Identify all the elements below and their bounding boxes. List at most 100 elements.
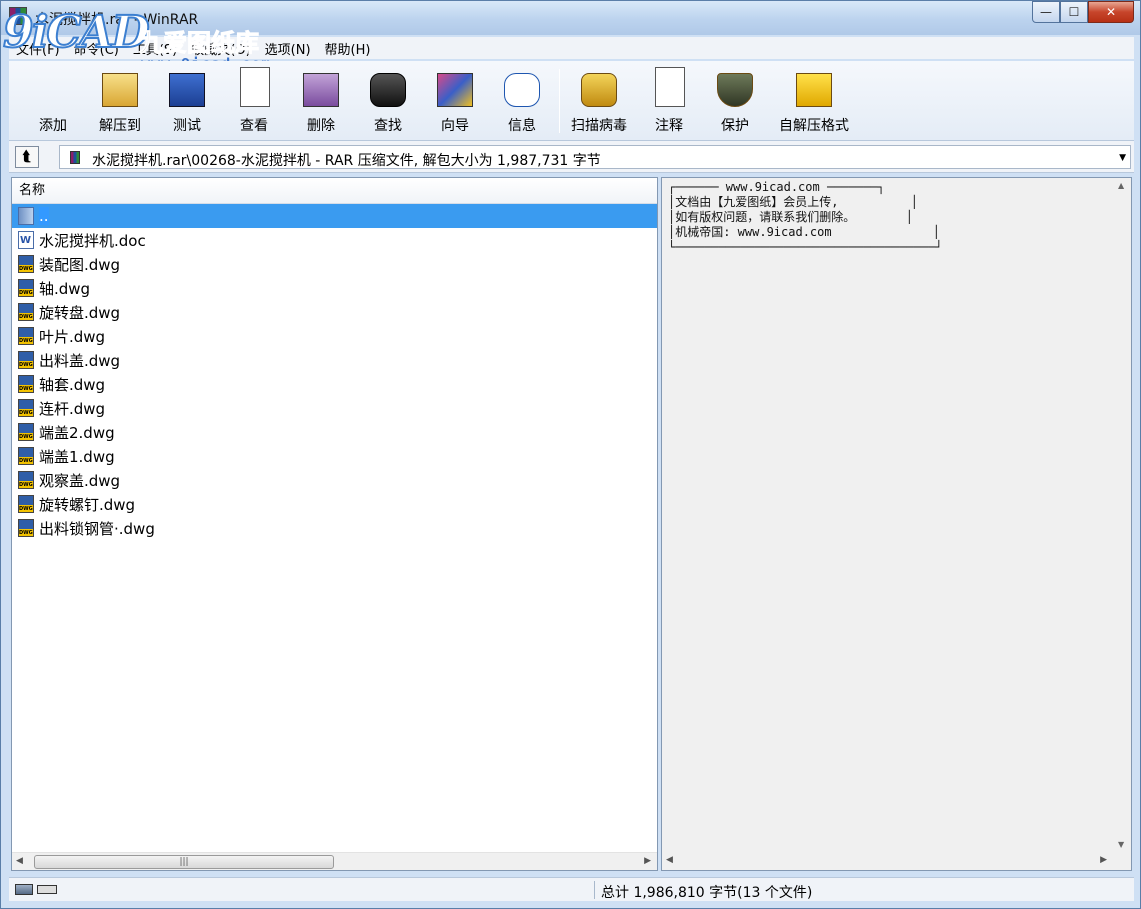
status-bar: 总计 1,986,810 字节(13 个文件) xyxy=(9,877,1134,901)
add-button[interactable]: 添加 xyxy=(19,65,87,137)
dwg-file-icon xyxy=(18,423,34,441)
test-check-icon xyxy=(165,65,209,109)
find-label: 查找 xyxy=(374,118,402,134)
file-row[interactable]: 出料锁钢管·.dwg xyxy=(12,516,657,540)
file-row[interactable]: 叶片.dwg xyxy=(12,324,657,348)
file-row[interactable]: 端盖1.dwg xyxy=(12,444,657,468)
file-row[interactable]: 旋转盘.dwg xyxy=(12,300,657,324)
virus-scan-button[interactable]: 扫描病毒 xyxy=(565,65,633,137)
delete-button[interactable]: 删除 xyxy=(287,65,355,137)
file-list-hscrollbar[interactable]: ◀ ||| ▶ xyxy=(12,852,657,870)
address-field[interactable]: 水泥搅拌机.rar\00268-水泥搅拌机 - RAR 压缩文件, 解包大小为 … xyxy=(59,145,1131,169)
scroll-left-icon[interactable]: ◀ xyxy=(16,856,23,866)
file-row[interactable]: 装配图.dwg xyxy=(12,252,657,276)
menu-tools[interactable]: 工具(S) xyxy=(126,39,184,58)
close-button[interactable]: ✕ xyxy=(1088,1,1134,23)
file-row[interactable]: 水泥搅拌机.doc xyxy=(12,228,657,252)
sfx-button[interactable]: 自解压格式 xyxy=(769,65,859,137)
sfx-icon xyxy=(792,65,836,109)
file-row[interactable]: 观察盖.dwg xyxy=(12,468,657,492)
file-list: .. 水泥搅拌机.doc 装配图.dwg 轴.dwg 旋转盘.dwg 叶片.dwg 出料盖.… xyxy=(12,204,657,540)
sfx-label: 自解压格式 xyxy=(779,118,849,134)
window-controls: — ☐ ✕ xyxy=(1032,1,1134,23)
key-icon[interactable] xyxy=(37,885,57,894)
scroll-thumb[interactable]: ||| xyxy=(34,855,334,869)
add-label: 添加 xyxy=(39,118,67,134)
menu-help[interactable]: 帮助(H) xyxy=(318,39,378,58)
maximize-button[interactable]: ☐ xyxy=(1060,1,1088,23)
dwg-file-icon xyxy=(18,471,34,489)
winrar-app-icon[interactable] xyxy=(9,7,27,25)
find-button[interactable]: 查找 xyxy=(354,65,422,137)
file-name: 旋转盘.dwg xyxy=(39,303,121,322)
file-row[interactable]: 旋转螺钉.dwg xyxy=(12,492,657,516)
minimize-button[interactable]: — xyxy=(1032,1,1060,23)
info-label: 信息 xyxy=(508,118,536,134)
wizard-label: 向导 xyxy=(441,118,469,134)
file-name: 叶片.dwg xyxy=(39,327,106,346)
menu-bar: 文件(F) 命令(C) 工具(S) 收藏夹(O) 选项(N) 帮助(H) xyxy=(9,37,1134,59)
file-name: 观察盖.dwg xyxy=(39,471,121,490)
menu-file[interactable]: 文件(F) xyxy=(9,39,67,58)
comment-vscrollbar[interactable]: ▲ ▼ xyxy=(1113,178,1131,852)
protect-button[interactable]: 保护 xyxy=(701,65,769,137)
column-header-name[interactable]: 名称 xyxy=(12,178,657,204)
info-button[interactable]: 信息 xyxy=(488,65,556,137)
scroll-up-icon[interactable]: ▲ xyxy=(1118,181,1124,190)
view-button[interactable]: 查看 xyxy=(220,65,288,137)
file-name: 旋转螺钉.dwg xyxy=(39,495,136,514)
title-bar[interactable]: 水泥搅拌机.rar - WinRAR — ☐ ✕ xyxy=(1,1,1140,35)
scroll-down-icon[interactable]: ▼ xyxy=(1118,840,1124,849)
file-list-pane: 名称 .. 水泥搅拌机.doc 装配图.dwg 轴.dwg 旋转盘.dwg 叶片.dwg 出… xyxy=(11,177,658,871)
protect-label: 保护 xyxy=(721,118,749,134)
archive-path: 水泥搅拌机.rar\00268-水泥搅拌机 - RAR 压缩文件, 解包大小为 … xyxy=(92,153,601,169)
dwg-file-icon xyxy=(18,303,34,321)
dwg-file-icon xyxy=(18,447,34,465)
file-name: 端盖2.dwg xyxy=(39,423,115,442)
up-folder-button[interactable]: ⮬ xyxy=(15,146,39,168)
file-row[interactable]: 出料盖.dwg xyxy=(12,348,657,372)
file-name: 轴.dwg xyxy=(39,279,91,298)
parent-folder-icon xyxy=(18,207,34,225)
test-label: 测试 xyxy=(173,118,201,134)
dwg-file-icon xyxy=(18,327,34,345)
file-name: 端盖1.dwg xyxy=(39,447,115,466)
test-button[interactable]: 测试 xyxy=(153,65,221,137)
scroll-left-icon[interactable]: ◀ xyxy=(666,855,673,865)
scroll-right-icon[interactable]: ▶ xyxy=(1100,855,1107,865)
archive-comment: ┌────── www.9icad.com ───────┐ │文档由【九爱图纸… xyxy=(668,180,943,254)
chevron-down-icon[interactable]: ▼ xyxy=(1119,153,1126,163)
dwg-file-icon xyxy=(18,279,34,297)
delete-recycle-icon xyxy=(299,65,343,109)
wizard-icon xyxy=(433,65,477,109)
file-name: .. xyxy=(39,207,49,225)
menu-options[interactable]: 选项(N) xyxy=(258,39,318,58)
extract-to-button[interactable]: 解压到 xyxy=(86,65,154,137)
comment-hscrollbar[interactable]: ◀ ▶ xyxy=(662,852,1113,870)
file-name: 出料锁钢管·.dwg xyxy=(39,519,155,538)
comment-button[interactable]: 注释 xyxy=(635,65,703,137)
archive-icon xyxy=(70,151,80,164)
menu-commands[interactable]: 命令(C) xyxy=(67,39,126,58)
file-row[interactable]: .. xyxy=(12,204,657,228)
status-summary: 总计 1,986,810 字节(13 个文件) xyxy=(601,885,813,901)
dwg-file-icon xyxy=(18,375,34,393)
delete-label: 删除 xyxy=(307,118,335,134)
wizard-button[interactable]: 向导 xyxy=(421,65,489,137)
dwg-file-icon xyxy=(18,519,34,537)
window-title: 水泥搅拌机.rar - WinRAR xyxy=(35,12,199,28)
file-row[interactable]: 连杆.dwg xyxy=(12,396,657,420)
find-binoculars-icon xyxy=(366,65,410,109)
file-row[interactable]: 轴套.dwg xyxy=(12,372,657,396)
file-row[interactable]: 轴.dwg xyxy=(12,276,657,300)
view-glasses-icon xyxy=(232,65,276,109)
drive-icon[interactable] xyxy=(15,884,33,895)
menu-favorites[interactable]: 收藏夹(O) xyxy=(184,39,257,58)
scroll-right-icon[interactable]: ▶ xyxy=(644,856,651,866)
status-divider xyxy=(594,881,595,899)
dwg-file-icon xyxy=(18,351,34,369)
word-doc-icon xyxy=(18,231,34,249)
comment-pane: ┌────── www.9icad.com ───────┐ │文档由【九爱图纸… xyxy=(661,177,1132,871)
virus-scan-label: 扫描病毒 xyxy=(571,118,627,134)
file-row[interactable]: 端盖2.dwg xyxy=(12,420,657,444)
